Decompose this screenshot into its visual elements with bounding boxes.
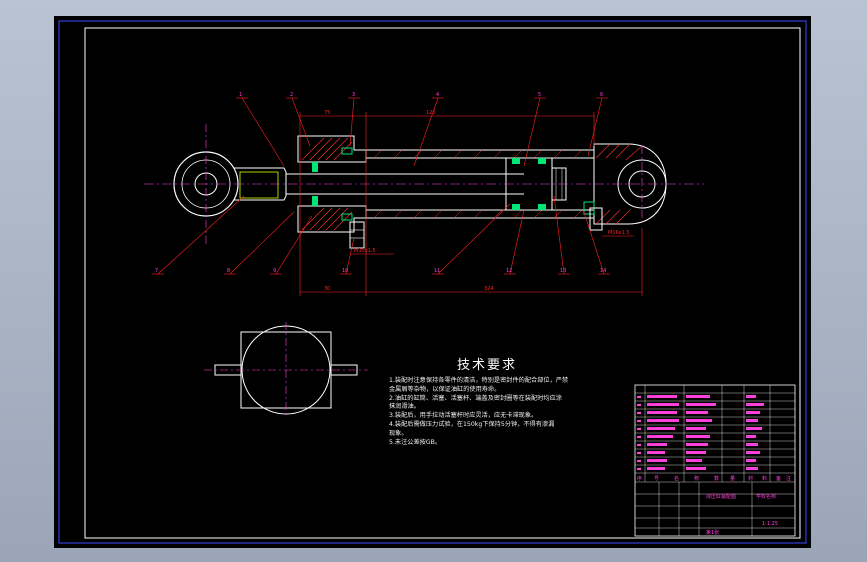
part-label: 1 <box>239 92 243 98</box>
tb-header: 序 <box>637 476 643 482</box>
title-block <box>634 384 796 537</box>
note-line: 抹润滑油。 <box>389 403 420 411</box>
tb-header: 材 <box>748 476 754 482</box>
drawing-name: 液压缸装配图 <box>706 494 737 500</box>
school-name: 学校名称 <box>756 494 777 500</box>
dim-text-6: M16x1.5 <box>608 230 630 236</box>
piston-seal-4 <box>538 204 546 210</box>
cad-drawing-viewport[interactable]: 75 120 30 324 M30x1.5 M16x1.5 技术要求 1.装配时… <box>54 16 811 548</box>
dim-text-1: 75 <box>324 110 330 116</box>
tb-header: 注 <box>786 476 792 482</box>
piston-seal-2 <box>538 158 546 164</box>
part-label: 5 <box>538 92 542 98</box>
tb-header: 备 <box>776 476 782 482</box>
part-label: 9 <box>273 268 277 274</box>
dimension-texts: 75 120 30 324 M30x1.5 M16x1.5 <box>324 110 630 292</box>
oil-port-rear <box>589 207 603 231</box>
oring-top <box>341 147 353 155</box>
notes-title: 技术要求 <box>457 358 518 373</box>
part-label: 11 <box>434 268 441 274</box>
leader-lines <box>157 97 605 275</box>
piston-seal-3 <box>512 204 520 210</box>
note-line: 金属屑等杂物，以保证油缸的使用寿命。 <box>389 385 501 393</box>
leader-shelves <box>152 97 610 275</box>
sheet-number: 第1张 <box>706 530 720 536</box>
rod-thread <box>239 171 279 199</box>
note-line: 5.未注公差按GB。 <box>389 438 442 446</box>
dim-text-3: 30 <box>324 286 330 292</box>
part-label: 8 <box>227 268 231 274</box>
part-label: 13 <box>560 268 567 274</box>
seal-top <box>312 162 318 172</box>
note-line: 2.油缸的缸筒、活塞、活塞杆、端盖及密封圈等在装配时均应涂 <box>389 394 562 402</box>
part-label: 2 <box>290 92 294 98</box>
dim-text-4: 324 <box>484 286 494 292</box>
tb-header: 名 <box>674 476 680 482</box>
front-head-top <box>297 135 367 163</box>
tb-header: 料 <box>762 476 768 482</box>
dim-text-2: 120 <box>426 110 436 116</box>
part-label: 12 <box>506 268 513 274</box>
part-label: 3 <box>352 92 356 98</box>
note-line: 3.装配后，用手拉动活塞杆时应灵活，应无卡滞现象。 <box>389 412 538 420</box>
bom-entries <box>637 395 764 470</box>
end-view <box>204 322 368 418</box>
piston-seal-1 <box>512 158 520 164</box>
drawing-canvas: 75 120 30 324 M30x1.5 M16x1.5 <box>58 20 807 544</box>
outer-border <box>58 20 807 544</box>
note-line: 1.装配时注意保持各零件的清洁，特别是密封件的配合部位，严禁 <box>389 377 569 384</box>
scale-value: 1:1.25 <box>762 521 778 527</box>
tb-header: 数 <box>714 476 720 482</box>
tb-header: 称 <box>694 476 700 482</box>
tb-header: 量 <box>730 476 736 482</box>
oil-port-front <box>349 221 365 249</box>
seal-bottom <box>312 196 318 206</box>
part-label: 10 <box>342 268 349 274</box>
part-label: 4 <box>436 92 440 98</box>
part-label: 7 <box>155 268 159 274</box>
part-label: 14 <box>600 268 607 274</box>
part-label: 6 <box>600 92 604 98</box>
dim-text-5: M30x1.5 <box>354 248 376 254</box>
technical-requirements: 技术要求 1.装配时注意保持各零件的清洁，特别是密封件的配合部位，严禁 金属屑等… <box>389 354 619 447</box>
tb-header: 号 <box>654 476 660 482</box>
note-line: 现象。 <box>389 429 408 437</box>
front-head-bottom <box>297 205 367 233</box>
note-line: 4.装配后需做压力试验，在150kg下保持5分钟，不得有渗漏 <box>389 420 555 428</box>
dimension-lines <box>299 112 643 296</box>
